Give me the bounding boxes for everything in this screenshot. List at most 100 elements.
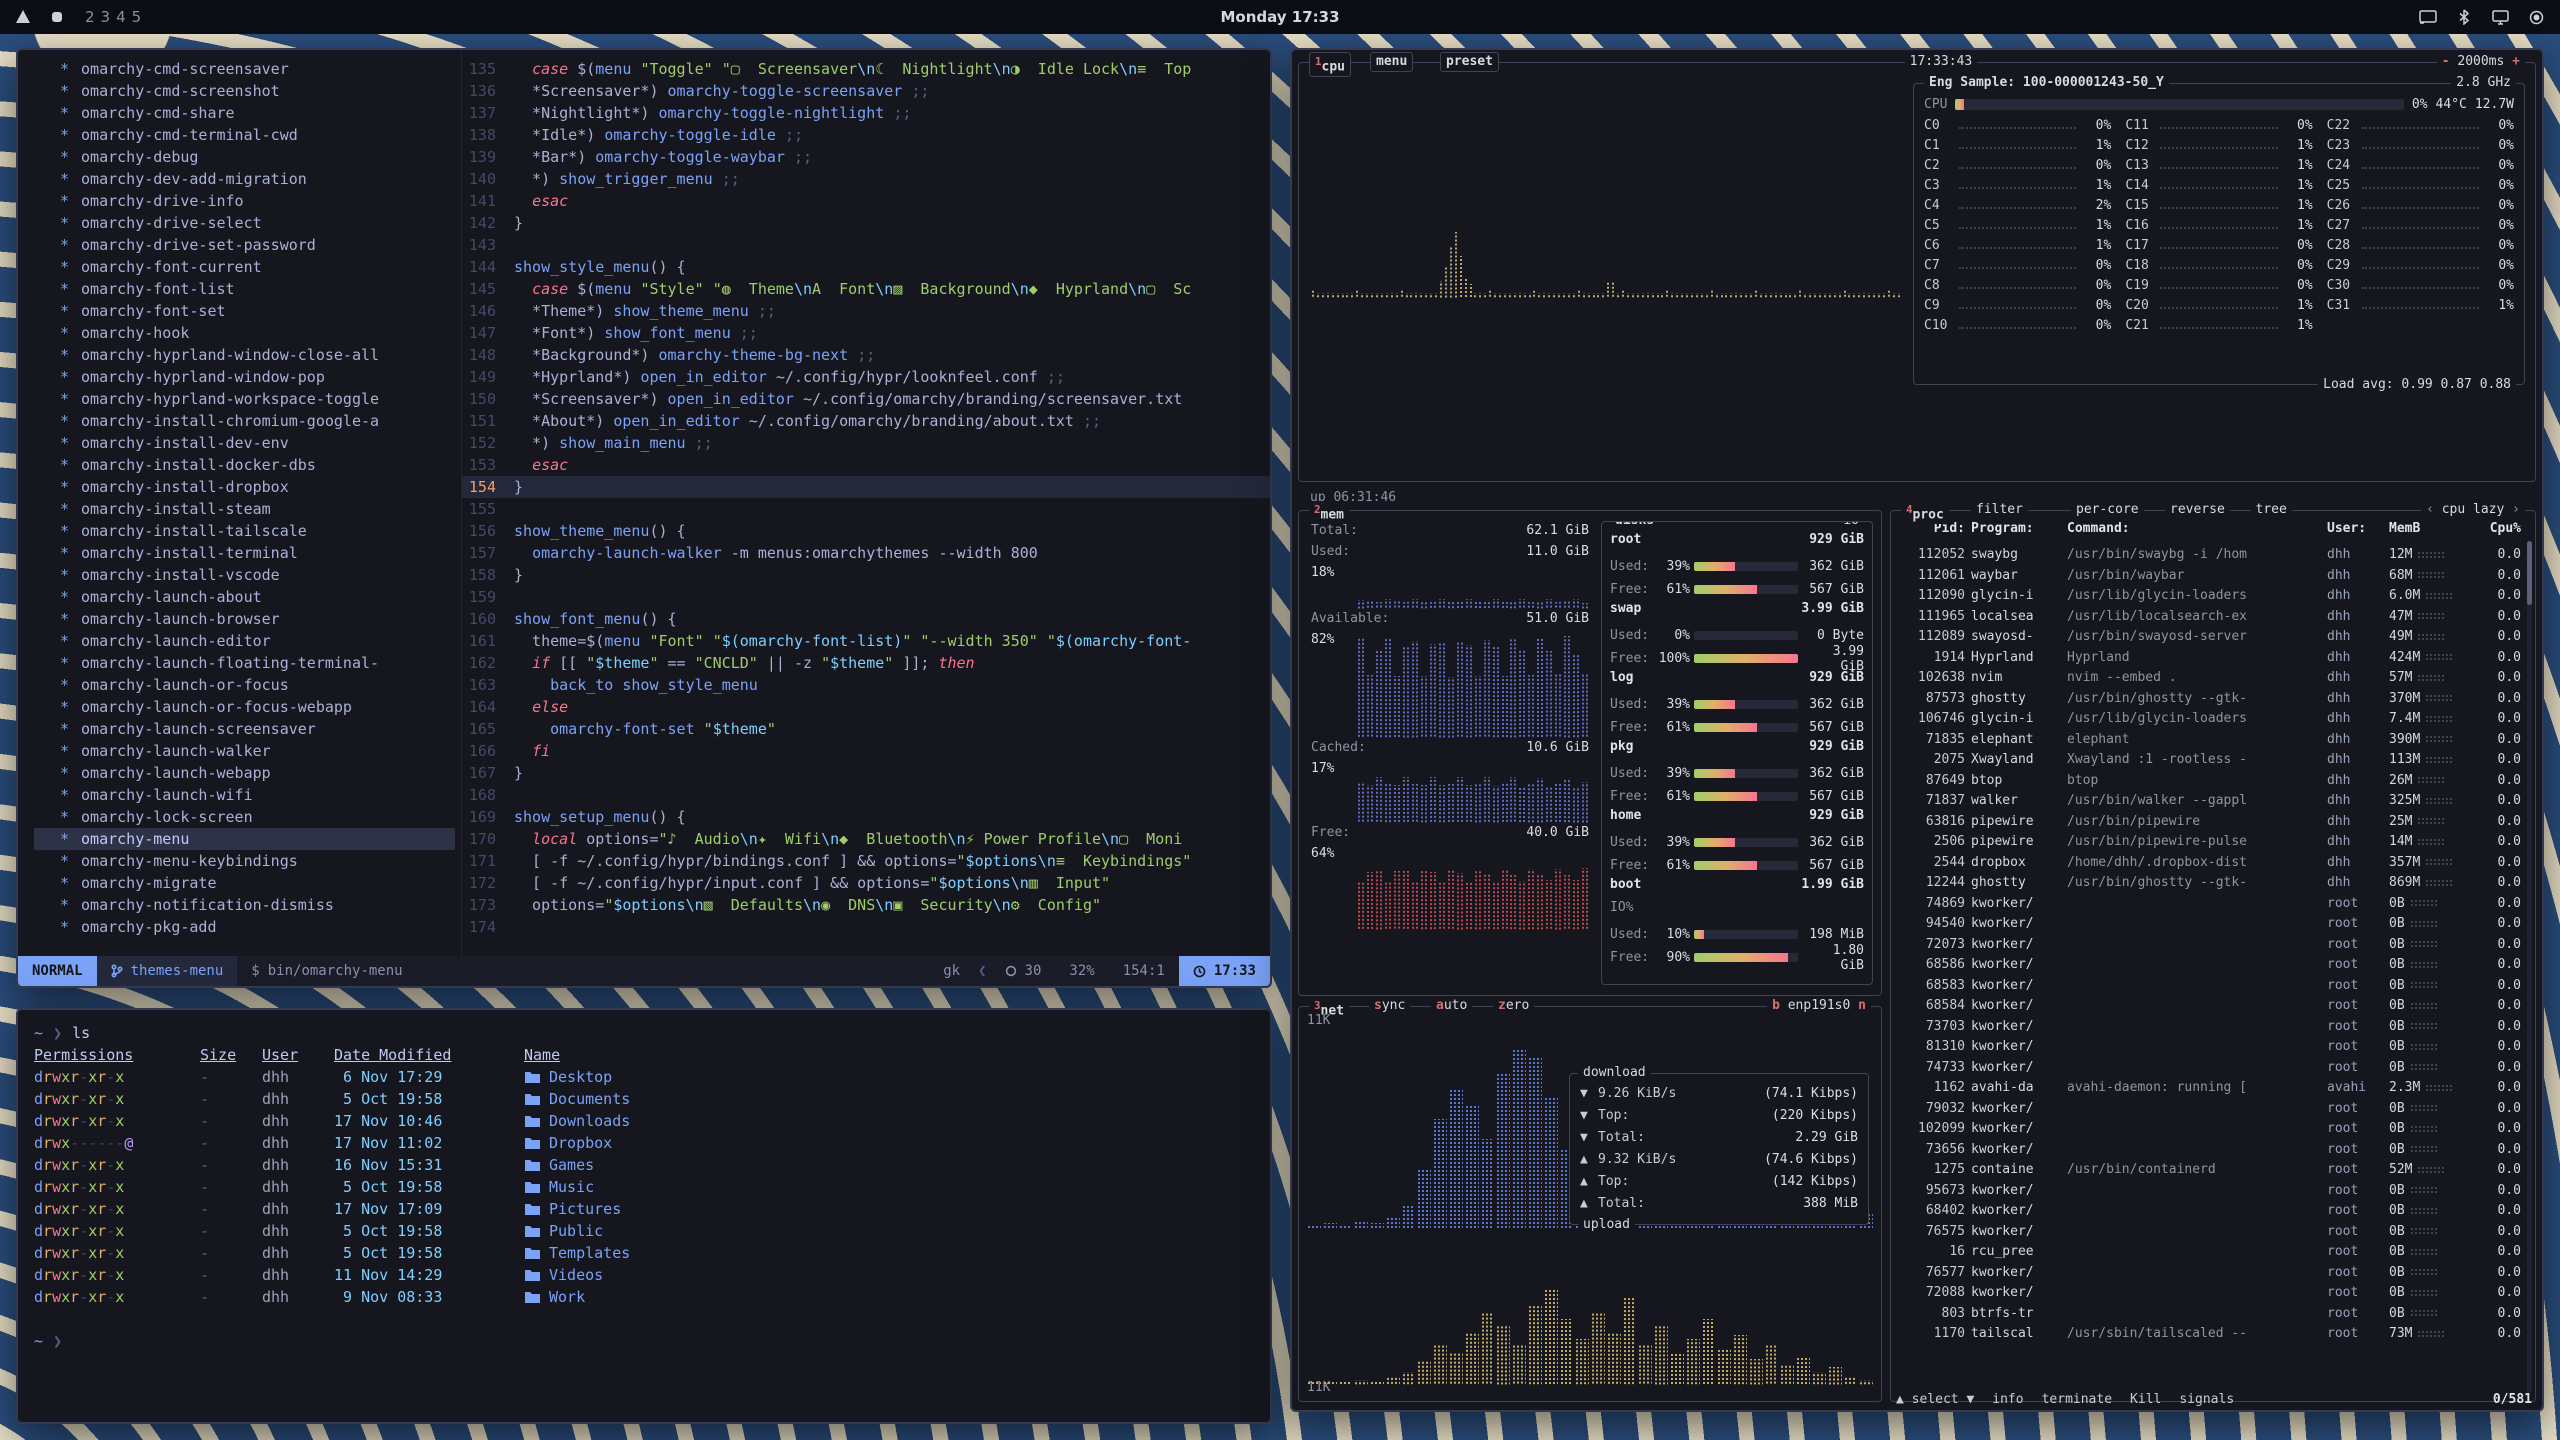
code-line[interactable]: 137 *Nightlight*) omarchy-toggle-nightli… (462, 102, 1270, 124)
code-line[interactable]: 165 omarchy-font-set "$theme" (462, 718, 1270, 740)
btop-tab-preset[interactable]: preset (1440, 52, 1499, 72)
explorer-item[interactable]: *omarchy-notification-dismiss (34, 894, 461, 916)
process-row[interactable]: 803btrfs-trroot0B0.0 (1901, 1304, 2521, 1325)
iface-next-key[interactable]: n (1858, 998, 1866, 1013)
explorer-item[interactable]: *omarchy-install-vscode (34, 564, 461, 586)
process-row[interactable]: 112061waybar/usr/bin/waybardhh68M0.0 (1901, 566, 2521, 587)
process-row[interactable]: 71835elephantelephantdhh390M0.0 (1901, 730, 2521, 751)
process-row[interactable]: 76575kworker/root0B0.0 (1901, 1222, 2521, 1243)
process-row[interactable]: 1162avahi-daavahi-daemon: running [avahi… (1901, 1078, 2521, 1099)
workspace-4[interactable]: 4 (113, 8, 129, 26)
col-program[interactable]: Program: (1971, 521, 2061, 536)
explorer-item[interactable]: *omarchy-hyprland-window-pop (34, 366, 461, 388)
proc-option-reverse[interactable]: reverse (2165, 501, 2230, 519)
footer-action-signals[interactable]: signals (2179, 1392, 2234, 1407)
explorer-item[interactable]: *omarchy-install-dropbox (34, 476, 461, 498)
explorer-item[interactable]: *omarchy-menu-keybindings (34, 850, 461, 872)
code-line[interactable]: 145 case $(menu "Style" "◍ Theme\nA Font… (462, 278, 1270, 300)
process-row[interactable]: 112090glycin-i/usr/lib/glycin-loadersdhh… (1901, 586, 2521, 607)
active-workspace-icon[interactable] (48, 8, 66, 26)
display-icon[interactable] (2490, 7, 2510, 27)
code-buffer[interactable]: 135 case $(menu "Toggle" "▢ Screensaver\… (462, 50, 1270, 956)
explorer-item[interactable]: *omarchy-cmd-screenshot (34, 80, 461, 102)
code-line[interactable]: 163 back_to show_style_menu (462, 674, 1270, 696)
workspace-3[interactable]: 3 (98, 8, 114, 26)
launcher-icon[interactable] (14, 8, 32, 26)
disks-io-toggle[interactable]: io (1838, 521, 1864, 530)
file-row[interactable]: drwxr-xr-x-dhh 5 Oct 19:58Documents (34, 1088, 1254, 1110)
file-row[interactable]: drwxr-xr-x-dhh17 Nov 17:09Pictures (34, 1198, 1254, 1220)
proc-option-tree[interactable]: tree (2251, 501, 2292, 519)
process-row[interactable]: 12244ghostty/usr/bin/ghostty --gtk-dhh86… (1901, 873, 2521, 894)
code-line[interactable]: 159 (462, 586, 1270, 608)
process-row[interactable]: 2075XwaylandXwayland :1 -rootless -dhh11… (1901, 750, 2521, 771)
explorer-item[interactable]: *omarchy-install-terminal (34, 542, 461, 564)
explorer-item[interactable]: *omarchy-launch-walker (34, 740, 461, 762)
code-line[interactable]: 148 *Background*) omarchy-theme-bg-next … (462, 344, 1270, 366)
code-line[interactable]: 164 else (462, 696, 1270, 718)
explorer-item[interactable]: *omarchy-launch-about (34, 586, 461, 608)
explorer-item[interactable]: *omarchy-install-tailscale (34, 520, 461, 542)
code-line[interactable]: 166 fi (462, 740, 1270, 762)
proc-scrollbar[interactable] (2527, 541, 2532, 1393)
code-line[interactable]: 149 *Hyprland*) open_in_editor ~/.config… (462, 366, 1270, 388)
process-row[interactable]: 111965localsea/usr/lib/localsearch-exdhh… (1901, 607, 2521, 628)
process-row[interactable]: 1914HyprlandHyprlanddhh424M0.0 (1901, 648, 2521, 669)
process-row[interactable]: 72073kworker/root0B0.0 (1901, 935, 2521, 956)
process-row[interactable]: 1275containe/usr/bin/containerdroot52M0.… (1901, 1160, 2521, 1181)
explorer-item[interactable]: *omarchy-dev-add-migration (34, 168, 461, 190)
explorer-item[interactable]: *omarchy-cmd-share (34, 102, 461, 124)
explorer-item[interactable]: *omarchy-menu (34, 828, 455, 850)
iface-prev-key[interactable]: b (1772, 998, 1780, 1013)
explorer-item[interactable]: *omarchy-drive-info (34, 190, 461, 212)
footer-action-terminate[interactable]: terminate (2042, 1392, 2112, 1407)
explorer-item[interactable]: *omarchy-launch-webapp (34, 762, 461, 784)
explorer-item[interactable]: *omarchy-font-current (34, 256, 461, 278)
code-line[interactable]: 136 *Screensaver*) omarchy-toggle-screen… (462, 80, 1270, 102)
code-line[interactable]: 138 *Idle*) omarchy-toggle-idle ;; (462, 124, 1270, 146)
file-row[interactable]: drwxr-xr-x-dhh 5 Oct 19:58Templates (34, 1242, 1254, 1264)
code-line[interactable]: 142} (462, 212, 1270, 234)
process-row[interactable]: 112089swayosd-/usr/bin/swayosd-serverdhh… (1901, 627, 2521, 648)
file-row[interactable]: drwxr-xr-x-dhh 9 Nov 08:33Work (34, 1286, 1254, 1308)
explorer-item[interactable]: *omarchy-hyprland-workspace-toggle (34, 388, 461, 410)
process-row[interactable]: 74733kworker/root0B0.0 (1901, 1058, 2521, 1079)
code-line[interactable]: 153 esac (462, 454, 1270, 476)
process-row[interactable]: 102099kworker/root0B0.0 (1901, 1119, 2521, 1140)
code-line[interactable]: 141 esac (462, 190, 1270, 212)
code-line[interactable]: 156show_theme_menu() { (462, 520, 1270, 542)
process-row[interactable]: 2544dropbox/home/dhh/.dropbox-distdhh357… (1901, 853, 2521, 874)
explorer-item[interactable]: *omarchy-lock-screen (34, 806, 461, 828)
process-row[interactable]: 68402kworker/root0B0.0 (1901, 1201, 2521, 1222)
bluetooth-icon[interactable] (2454, 7, 2474, 27)
process-row[interactable]: 73656kworker/root0B0.0 (1901, 1140, 2521, 1161)
code-line[interactable]: 143 (462, 234, 1270, 256)
code-line[interactable]: 169show_setup_menu() { (462, 806, 1270, 828)
process-row[interactable]: 94540kworker/root0B0.0 (1901, 914, 2521, 935)
process-row[interactable]: 68586kworker/root0B0.0 (1901, 955, 2521, 976)
explorer-item[interactable]: *omarchy-font-set (34, 300, 461, 322)
process-row[interactable]: 1170tailscal/usr/sbin/tailscaled --root7… (1901, 1324, 2521, 1345)
code-line[interactable]: 174 (462, 916, 1270, 938)
process-row[interactable]: 87573ghostty/usr/bin/ghostty --gtk-dhh37… (1901, 689, 2521, 710)
file-row[interactable]: drwxr-xr-x-dhh 5 Oct 19:58Public (34, 1220, 1254, 1242)
process-row[interactable]: 2506pipewire/usr/bin/pipewire-pulsedhh14… (1901, 832, 2521, 853)
process-row[interactable]: 95673kworker/root0B0.0 (1901, 1181, 2521, 1202)
code-line[interactable]: 172 [ -f ~/.config/hypr/input.conf ] && … (462, 872, 1270, 894)
process-row[interactable]: 112052swaybg/usr/bin/swaybg -i /homdhh12… (1901, 545, 2521, 566)
code-line[interactable]: 158} (462, 564, 1270, 586)
explorer-item[interactable]: *omarchy-launch-screensaver (34, 718, 461, 740)
cast-icon[interactable] (2418, 7, 2438, 27)
explorer-item[interactable]: *omarchy-font-list (34, 278, 461, 300)
code-line[interactable]: 144show_style_menu() { (462, 256, 1270, 278)
terminal-window[interactable]: ~❯ ls PermissionsSizeUserDate ModifiedNa… (16, 1008, 1272, 1424)
file-row[interactable]: drwxr-xr-x-dhh17 Nov 10:46Downloads (34, 1110, 1254, 1132)
net-interface[interactable]: b enp191s0 n (1767, 997, 1871, 1015)
btop-tab-menu[interactable]: menu (1370, 52, 1413, 72)
process-row[interactable]: 72088kworker/root0B0.0 (1901, 1283, 2521, 1304)
explorer-item[interactable]: *omarchy-launch-editor (34, 630, 461, 652)
code-line[interactable]: 167} (462, 762, 1270, 784)
code-line[interactable]: 162 if [[ "$theme" == "CNCLD" || -z "$th… (462, 652, 1270, 674)
col-mem[interactable]: MemB (2389, 521, 2465, 536)
explorer-item[interactable]: *omarchy-pkg-add (34, 916, 461, 938)
